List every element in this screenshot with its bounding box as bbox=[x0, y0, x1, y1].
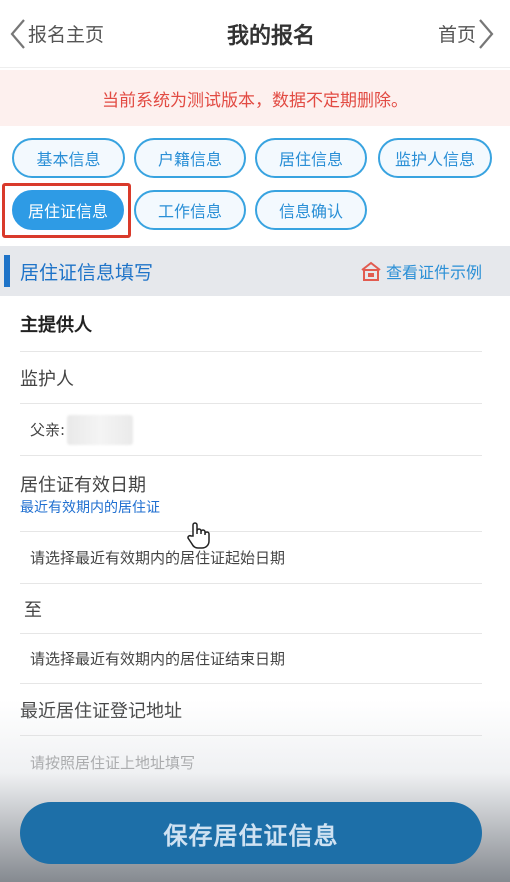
tab-basic-info[interactable]: 基本信息 bbox=[12, 138, 125, 178]
tab-residence-info[interactable]: 居住信息 bbox=[255, 138, 367, 178]
guardian-value: 父亲: bbox=[30, 421, 66, 439]
main-provider-label: 主提供人 bbox=[20, 314, 92, 336]
page-title: 我的报名 bbox=[226, 23, 315, 49]
address-row: 最近居住证登记地址 bbox=[20, 684, 482, 736]
tab-info-confirm[interactable]: 信息确认 bbox=[255, 190, 367, 230]
step-tabs: 基本信息 户籍信息 居住信息 监护人信息 居住证信息 工作信息 信息确认 bbox=[0, 128, 510, 242]
validity-date-label: 居住证有效日期 bbox=[20, 474, 146, 496]
redacted-name bbox=[67, 414, 134, 445]
address-placeholder: 请按照居住证上地址填写 bbox=[30, 753, 196, 772]
guardian-select[interactable]: 父亲: bbox=[20, 404, 482, 456]
tab-label: 户籍信息 bbox=[157, 150, 222, 169]
home-link-label: 首页 bbox=[437, 24, 476, 46]
validity-date-row: 居住证有效日期 最近有效期内的居住证 bbox=[20, 456, 482, 532]
guardian-row: 监护人 bbox=[20, 352, 482, 404]
to-row: 至 bbox=[20, 584, 482, 634]
tab-label: 工作信息 bbox=[157, 202, 222, 221]
view-document-sample-link[interactable]: 查看证件示例 bbox=[360, 259, 482, 283]
tab-label: 监护人信息 bbox=[394, 150, 475, 169]
tab-household-registration[interactable]: 户籍信息 bbox=[134, 138, 246, 178]
to-label: 至 bbox=[24, 599, 42, 621]
chevron-right-icon bbox=[479, 18, 494, 49]
section-accent-bar bbox=[4, 255, 10, 287]
end-date-picker[interactable]: 请选择最近有效期内的居住证结束日期 bbox=[20, 634, 482, 684]
guardian-label: 监护人 bbox=[20, 368, 74, 390]
tab-work-info[interactable]: 工作信息 bbox=[134, 190, 246, 230]
tab-label: 信息确认 bbox=[278, 202, 343, 221]
chevron-left-icon bbox=[10, 18, 25, 49]
tab-label: 基本信息 bbox=[36, 150, 101, 169]
top-navigation-bar: 报名主页 我的报名 首页 bbox=[0, 0, 510, 68]
home-document-icon bbox=[361, 261, 381, 281]
back-to-registration-home-link[interactable]: 报名主页 bbox=[0, 0, 104, 67]
home-link[interactable]: 首页 bbox=[438, 0, 510, 67]
address-input[interactable]: 请按照居住证上地址填写 bbox=[20, 736, 482, 788]
tab-label: 居住信息 bbox=[278, 150, 343, 169]
end-date-placeholder: 请选择最近有效期内的居住证结束日期 bbox=[30, 650, 286, 668]
notice-text: 当前系统为测试版本，数据不定期删除。 bbox=[102, 90, 408, 111]
start-date-picker[interactable]: 请选择最近有效期内的居住证起始日期 bbox=[20, 532, 482, 584]
address-label: 最近居住证登记地址 bbox=[20, 700, 182, 722]
sample-link-label: 查看证件示例 bbox=[385, 263, 482, 282]
main-provider-row: 主提供人 bbox=[20, 296, 482, 352]
save-residence-permit-button[interactable]: 保存居住证信息 bbox=[20, 802, 482, 864]
hand-cursor-icon bbox=[187, 522, 210, 549]
section-header: 居住证信息填写 查看证件示例 bbox=[0, 246, 510, 296]
validity-date-hint: 最近有效期内的居住证 bbox=[20, 499, 160, 516]
save-button-label: 保存居住证信息 bbox=[163, 821, 339, 850]
test-version-notice: 当前系统为测试版本，数据不定期删除。 bbox=[0, 70, 510, 126]
active-tab-highlight-box bbox=[2, 183, 131, 238]
back-link-label: 报名主页 bbox=[28, 24, 105, 46]
start-date-placeholder: 请选择最近有效期内的居住证起始日期 bbox=[30, 549, 286, 567]
tab-guardian-info[interactable]: 监护人信息 bbox=[378, 138, 492, 178]
section-title: 居住证信息填写 bbox=[20, 261, 154, 284]
